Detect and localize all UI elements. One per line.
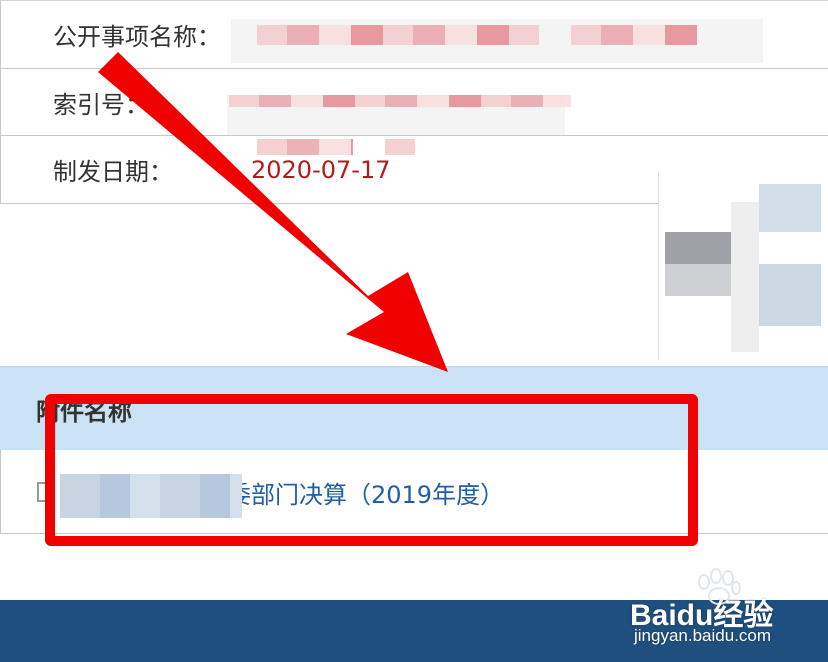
blurred-popup [658, 172, 828, 360]
baidu-url: jingyan.baidu.com [634, 626, 772, 645]
info-label: 索引号： [53, 90, 149, 119]
blur-cell [665, 232, 731, 264]
date-value: 2020-07-17 [251, 155, 391, 184]
redacted-text [229, 95, 571, 107]
blur-cell [759, 184, 821, 232]
info-row-index: 索引号： [0, 69, 828, 155]
info-label: 制发日期： [53, 158, 173, 186]
blur-cell [731, 202, 759, 352]
blur-cell [759, 264, 821, 326]
redacted-text [571, 25, 697, 45]
info-row-title: 公开事项名称： [0, 1, 828, 69]
info-label: 公开事项名称： [53, 23, 221, 51]
redacted-text [257, 25, 539, 45]
page: 公开事项名称： 索引号： 制发日期： 2020-07-17 附件名称 委部门决算 [0, 0, 828, 662]
blur-cell [665, 264, 731, 296]
annotation-highlight-box [45, 394, 698, 546]
baidu-watermark: Baidu经验 jingyan.baidu.com [630, 568, 820, 656]
